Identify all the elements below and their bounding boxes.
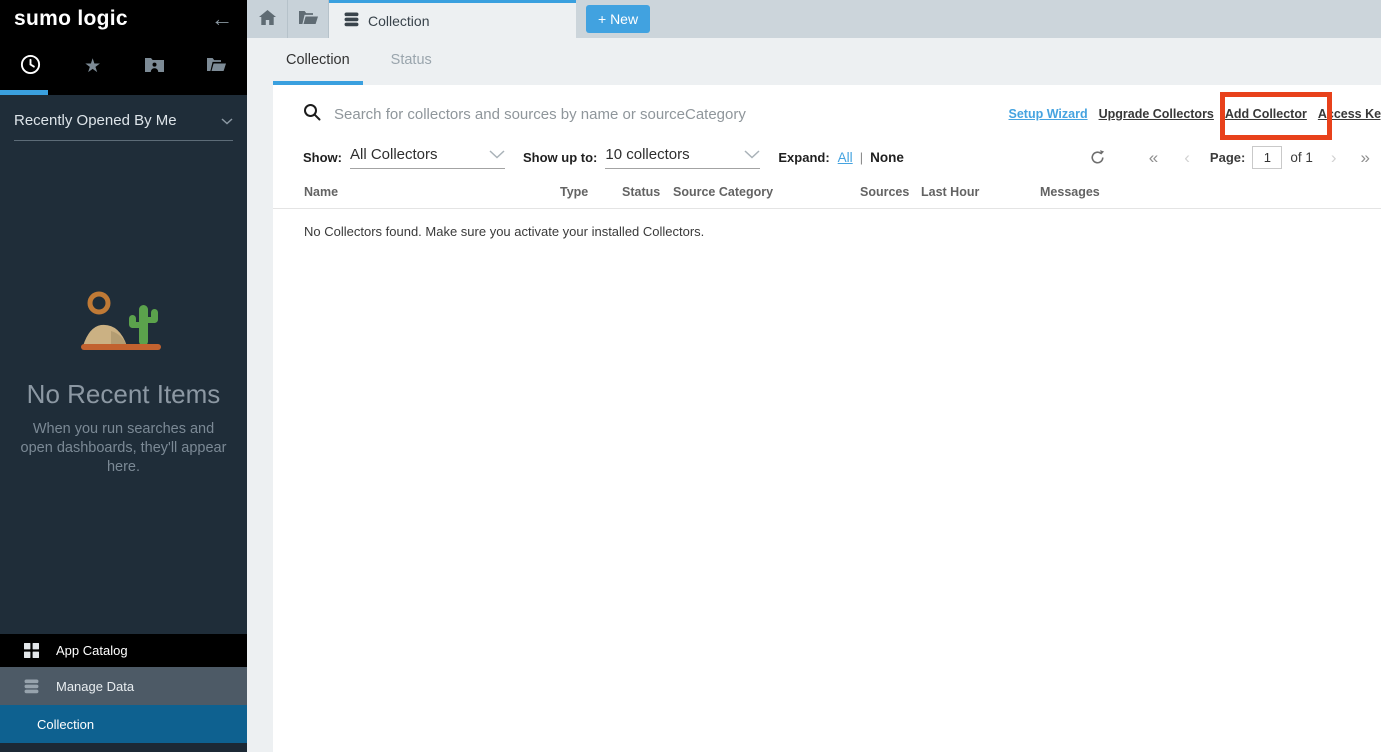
search-icon	[303, 103, 321, 126]
subtab-collection[interactable]: Collection	[273, 38, 363, 85]
app-window: sumo logic ← ★	[0, 0, 1381, 752]
table-header-row: Name Type Status Source Category Sources…	[273, 185, 1381, 209]
page-label: Page:	[1210, 150, 1245, 165]
limit-value: 10 collectors	[605, 146, 689, 163]
active-tab-indicator	[0, 90, 48, 95]
sidebar-tab-shared[interactable]	[124, 38, 186, 95]
limit-dropdown[interactable]: 10 collectors	[605, 146, 760, 169]
prev-page-icon[interactable]: ‹	[1184, 149, 1190, 166]
search-row: Setup Wizard Upgrade Collectors Add Coll…	[303, 101, 1381, 127]
column-header-sources: Sources	[860, 185, 921, 199]
pagination: « ‹ Page: of 1 › »	[1090, 146, 1370, 169]
recent-filter-label: Recently Opened By Me	[14, 112, 177, 129]
add-collector-link[interactable]: Add Collector	[1225, 107, 1307, 121]
expand-none-option[interactable]: None	[870, 150, 904, 165]
sidebar-tab-favorites[interactable]: ★	[62, 38, 124, 95]
tab-title: Collection	[368, 13, 429, 29]
home-icon	[259, 10, 276, 28]
subtab-bar: Collection Status	[247, 38, 1381, 85]
access-keys-link[interactable]: Access Keys	[1318, 107, 1381, 121]
collapse-sidebar-icon[interactable]: ←	[211, 8, 233, 30]
desert-illustration	[14, 291, 233, 353]
column-header-messages: Messages	[1040, 185, 1381, 199]
column-header-status: Status	[622, 185, 673, 199]
sidebar-tab-library[interactable]	[185, 38, 247, 95]
show-filter-dropdown[interactable]: All Collectors	[350, 146, 505, 169]
collection-panel: Setup Wizard Upgrade Collectors Add Coll…	[273, 85, 1381, 752]
main-area: Collection + New Collection Status Setup…	[247, 0, 1381, 752]
sidebar-item-label: Collection	[37, 717, 94, 732]
sidebar-tab-recents[interactable]	[0, 38, 62, 95]
library-button[interactable]	[288, 0, 329, 38]
chevron-down-icon	[221, 112, 233, 129]
show-label: Show:	[303, 150, 342, 165]
column-header-name: Name	[304, 185, 560, 199]
new-button[interactable]: + New	[586, 5, 650, 33]
chevron-down-icon	[489, 146, 505, 163]
chevron-down-icon	[744, 146, 760, 163]
limit-label: Show up to:	[523, 150, 597, 165]
expand-separator: |	[860, 150, 863, 165]
sidebar-icon-nav: ★	[0, 38, 247, 95]
sidebar-header: sumo logic ←	[0, 0, 247, 38]
empty-table-message: No Collectors found. Make sure you activ…	[304, 224, 1381, 239]
sumo-logic-logo: sumo logic	[14, 7, 128, 31]
tab-strip: Collection + New	[247, 0, 1381, 38]
clock-icon	[20, 54, 41, 80]
controls-row: Show: All Collectors Show up to: 10 coll…	[303, 144, 1381, 170]
setup-wizard-link[interactable]: Setup Wizard	[1009, 107, 1088, 121]
sidebar-footer	[0, 743, 247, 752]
subtab-status[interactable]: Status	[378, 38, 445, 85]
page-number-input[interactable]	[1252, 146, 1282, 169]
tab-collection[interactable]: Collection	[329, 0, 576, 38]
next-page-icon[interactable]: ›	[1331, 149, 1337, 166]
first-page-icon[interactable]: «	[1149, 149, 1158, 166]
toolbar-links: Setup Wizard Upgrade Collectors Add Coll…	[1009, 107, 1381, 121]
database-icon	[344, 12, 359, 30]
search-input[interactable]	[334, 106, 774, 123]
column-header-type: Type	[560, 185, 622, 199]
grid-icon	[24, 643, 39, 658]
refresh-icon[interactable]	[1090, 149, 1105, 165]
sidebar-item-manage-data[interactable]: Manage Data	[0, 667, 247, 705]
column-header-last-hour: Last Hour	[921, 185, 1040, 199]
database-icon	[24, 679, 39, 694]
empty-state-title: No Recent Items	[14, 379, 233, 410]
star-icon: ★	[84, 55, 101, 78]
last-page-icon[interactable]: »	[1361, 149, 1370, 166]
sidebar: sumo logic ← ★	[0, 0, 247, 752]
upgrade-collectors-link[interactable]: Upgrade Collectors	[1099, 107, 1214, 121]
sidebar-panel: Recently Opened By Me	[0, 95, 247, 634]
recent-filter-dropdown[interactable]: Recently Opened By Me	[14, 112, 233, 141]
page-total: of 1	[1290, 150, 1313, 165]
open-folder-icon	[207, 57, 226, 77]
sidebar-item-label: App Catalog	[56, 643, 128, 658]
sidebar-empty-state: No Recent Items When you run searches an…	[14, 291, 233, 477]
sidebar-item-app-catalog[interactable]: App Catalog	[0, 634, 247, 667]
show-filter-value: All Collectors	[350, 146, 438, 163]
expand-label: Expand:	[778, 150, 829, 165]
shared-folder-icon	[145, 57, 164, 77]
sidebar-item-label: Manage Data	[56, 679, 134, 694]
expand-all-link[interactable]: All	[838, 150, 853, 165]
empty-state-description: When you run searches and open dashboard…	[17, 420, 231, 477]
sidebar-item-collection[interactable]: Collection	[0, 705, 247, 743]
open-folder-icon	[299, 10, 318, 28]
column-header-source-category: Source Category	[673, 185, 860, 199]
home-button[interactable]	[247, 0, 288, 38]
